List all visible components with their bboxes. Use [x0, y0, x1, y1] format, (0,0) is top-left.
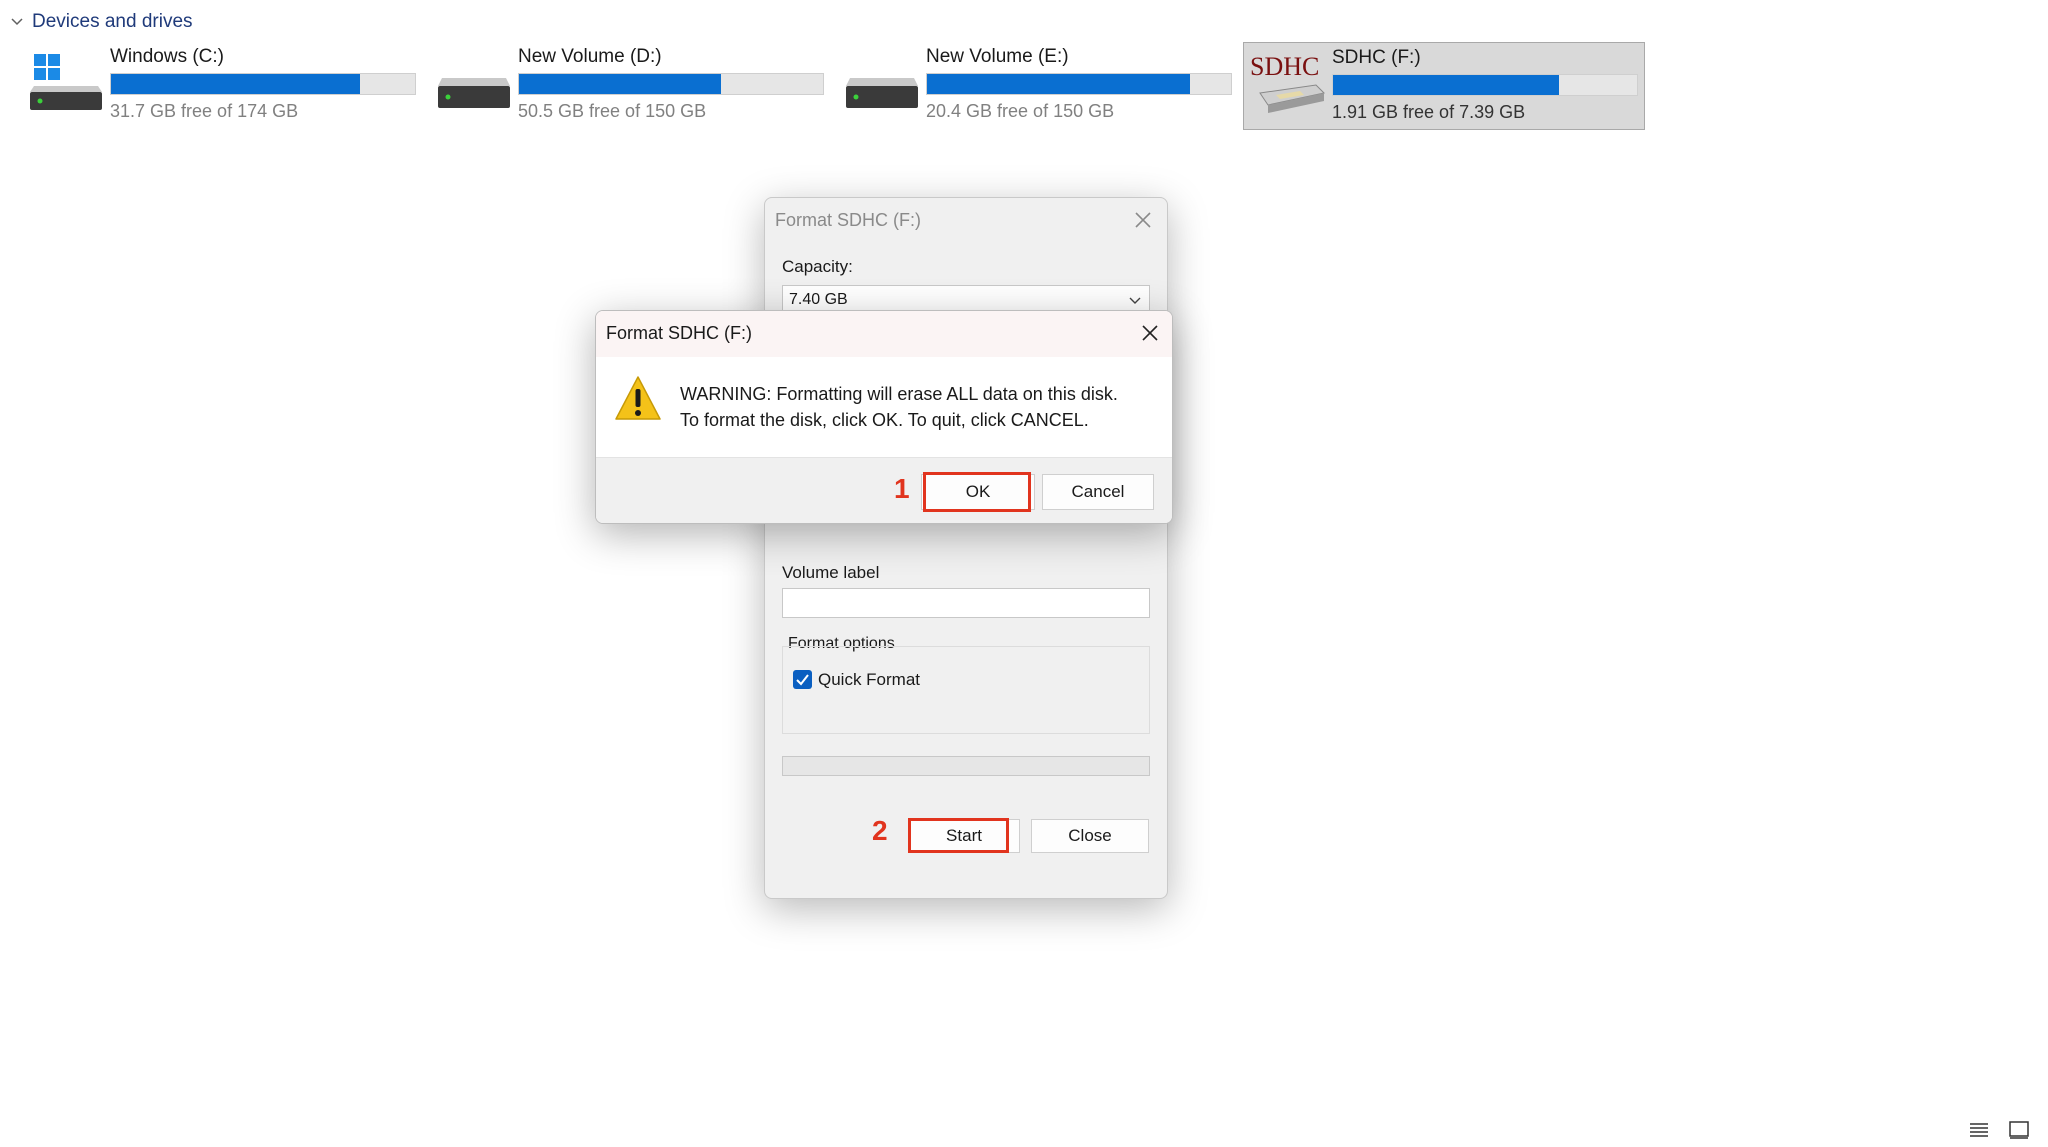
svg-text:SDHC: SDHC: [1250, 52, 1319, 81]
chevron-down-icon: [1129, 297, 1141, 304]
volume-label-input[interactable]: [782, 588, 1150, 618]
sdhc-card-icon: SDHC: [1250, 52, 1326, 113]
drive-free-space: 1.91 GB free of 7.39 GB: [1332, 102, 1526, 122]
chevron-down-icon: [11, 18, 23, 26]
close-button[interactable]: Close: [1031, 819, 1149, 853]
warning-dialog-titlebar[interactable]: Format SDHC (F:): [596, 311, 1172, 357]
drive-usage-bar: [518, 73, 824, 95]
drive-name: SDHC (F:): [1332, 47, 1421, 68]
drive-usage-fill: [1333, 75, 1559, 95]
cancel-button[interactable]: Cancel: [1042, 474, 1154, 510]
drive-name: New Volume (D:): [518, 46, 662, 67]
step-2-marker: 2: [872, 815, 888, 846]
close-icon[interactable]: [1133, 210, 1153, 230]
quick-format-checkbox[interactable]: [793, 670, 812, 689]
format-options-group: [782, 646, 1150, 734]
drive-usage-fill: [519, 74, 721, 94]
format-dialog-title: Format SDHC (F:): [775, 210, 921, 230]
drive-name: Windows (C:): [110, 46, 225, 67]
step-1-marker: 1: [894, 473, 910, 504]
format-dialog: Format SDHC (F:) Capacity: 7.40 GB Volum…: [764, 197, 1168, 899]
tiles-view-icon[interactable]: [2008, 1120, 2030, 1140]
format-progress-bar: [782, 756, 1150, 776]
ok-button-highlight: [923, 472, 1031, 512]
capacity-label: Capacity:: [782, 257, 853, 276]
warning-message-line1: WARNING: Formatting will erase ALL data …: [680, 384, 1118, 404]
quick-format-label[interactable]: Quick Format: [818, 670, 920, 690]
hard-drive-icon: [846, 78, 918, 108]
drive-free-space: 50.5 GB free of 150 GB: [518, 101, 707, 121]
drive-usage-fill: [927, 74, 1190, 94]
close-icon[interactable]: [1140, 323, 1160, 343]
warning-dialog-title: Format SDHC (F:): [606, 323, 752, 343]
drive-usage-bar: [110, 73, 416, 95]
drive-tile-d[interactable]: New Volume (D:) 50.5 GB free of 150 GB: [430, 42, 830, 128]
drive-free-space: 20.4 GB free of 150 GB: [926, 101, 1115, 121]
warning-dialog-footer: OK Cancel 1: [596, 457, 1172, 523]
format-dialog-titlebar[interactable]: Format SDHC (F:): [765, 198, 1167, 244]
drive-free-space: 31.7 GB free of 174 GB: [110, 101, 299, 121]
drive-tile-f[interactable]: SDHC SDHC (F:) 1.91 GB free of 7.39 GB: [1243, 42, 1645, 130]
drive-tile-e[interactable]: New Volume (E:) 20.4 GB free of 150 GB: [838, 42, 1238, 128]
volume-label-label: Volume label: [782, 563, 880, 582]
drive-usage-fill: [111, 74, 360, 94]
section-title: Devices and drives: [32, 11, 193, 32]
hard-drive-icon: [438, 78, 510, 108]
capacity-value: 7.40 GB: [789, 291, 848, 308]
warning-dialog: Format SDHC (F:) WARNING: Formatting wil…: [595, 310, 1173, 524]
warning-message-line2: To format the disk, click OK. To quit, c…: [680, 410, 1089, 430]
warning-icon: [615, 376, 661, 420]
drive-name: New Volume (E:): [926, 46, 1069, 67]
checkmark-icon: [796, 674, 809, 686]
drive-usage-bar: [926, 73, 1232, 95]
windows-drive-icon: [30, 54, 102, 110]
drive-tile-c[interactable]: Windows (C:) 31.7 GB free of 174 GB: [22, 42, 422, 128]
drive-usage-bar: [1332, 74, 1638, 96]
details-view-icon[interactable]: [1968, 1120, 1990, 1140]
devices-and-drives-header[interactable]: Devices and drives: [10, 8, 193, 36]
start-button-highlight: [908, 818, 1009, 853]
